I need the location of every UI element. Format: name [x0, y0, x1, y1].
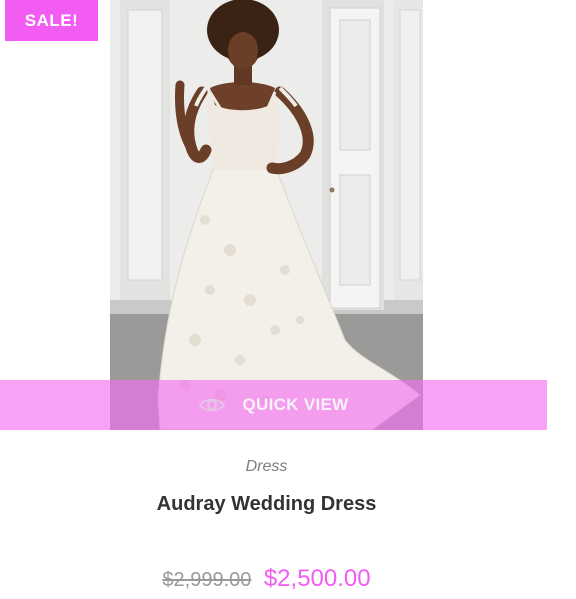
quick-view-button[interactable]: QUICK VIEW: [0, 380, 547, 430]
sale-badge-label: SALE!: [24, 10, 79, 30]
product-price: $2,999.00 $2,500.00: [0, 565, 533, 593]
sale-badge: SALE!: [5, 0, 98, 41]
sale-price: $2,500.00: [263, 565, 371, 592]
product-category-link[interactable]: Dress: [0, 458, 533, 476]
product-card: SALE! QUICK VIEW Dress Audray Wedding Dr…: [0, 0, 576, 599]
product-title[interactable]: Audray Wedding Dress: [0, 493, 533, 516]
original-price: $2,999.00: [162, 569, 252, 591]
product-image[interactable]: [110, 0, 423, 430]
quick-view-label: QUICK VIEW: [242, 395, 349, 414]
eye-icon: [198, 396, 225, 414]
